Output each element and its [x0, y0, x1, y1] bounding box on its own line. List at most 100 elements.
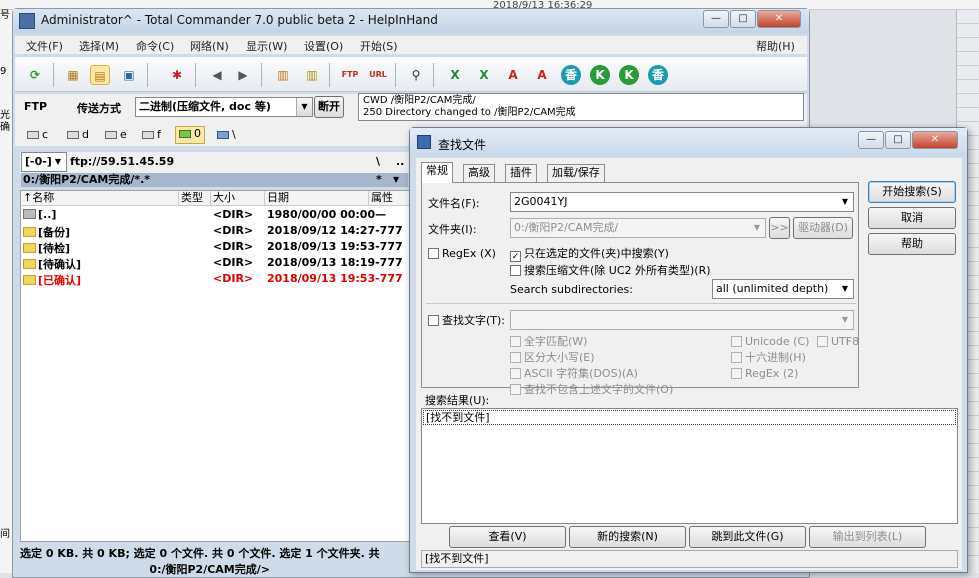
invert-selection-icon[interactable]: ✱ [167, 65, 187, 85]
k-green-icon-2[interactable]: K [619, 65, 639, 85]
hex-checkbox[interactable]: 十六进制(H) [731, 351, 806, 364]
start-search-button[interactable]: 开始搜索(S) [868, 181, 956, 203]
chevron-down-icon: ▼ [296, 98, 312, 116]
case-sensitive-checkbox[interactable]: 区分大小写(E) [510, 351, 595, 364]
status-bar: 选定 0 KB. 共 0 KB; 选定 0 个文件. 共 0 个文件. 选定 1… [20, 547, 380, 560]
column-attributes[interactable]: 属性 [369, 191, 411, 206]
url-connect-icon[interactable]: URL [368, 65, 388, 85]
dialog-minimize-button[interactable]: — [858, 131, 884, 149]
full-view-icon[interactable]: ▤ [90, 65, 110, 85]
menu-configuration[interactable]: 设置(O) [304, 38, 343, 54]
menu-show[interactable]: 显示(W) [246, 38, 287, 54]
file-row[interactable]: [待检] <DIR> 2018/09/13 19:53-777 [21, 239, 411, 255]
view-button[interactable]: 查看(V) [449, 526, 566, 548]
unpack-icon[interactable]: ▥ [302, 65, 322, 85]
file-row[interactable]: [..] <DIR> 1980/00/00 00:00— [21, 207, 411, 223]
transfer-mode-select[interactable]: 二进制(压缩文件, doc 等) ▼ [135, 97, 313, 117]
find-text-checkbox[interactable]: 查找文字(T): [428, 314, 505, 327]
disconnect-button[interactable]: 断开 [314, 96, 344, 118]
filename-input[interactable]: 2G0041YJ ▼ [510, 192, 854, 212]
drive-network[interactable]: \ [217, 128, 236, 141]
checkbox-label: 查找文字(T): [442, 314, 506, 327]
column-size[interactable]: 大小 [211, 191, 265, 206]
drive-c[interactable]: c [27, 128, 48, 141]
drive-letter: e [120, 128, 127, 141]
close-button[interactable]: ✕ [757, 10, 801, 28]
browse-button[interactable]: >> [769, 217, 790, 239]
menu-select[interactable]: 选择(M) [79, 38, 119, 54]
regex2-checkbox[interactable]: RegEx (2) [731, 367, 798, 380]
minimize-button[interactable]: — [703, 10, 729, 28]
dialog-title-bar: 查找文件 — □ ✕ [410, 128, 967, 156]
find-files-icon[interactable]: ⚲ [406, 65, 426, 85]
go-to-file-button[interactable]: 跳到此文件(G) [689, 526, 806, 548]
column-type[interactable]: 类型 [179, 191, 211, 206]
cancel-button[interactable]: 取消 [868, 207, 956, 229]
chevron-down-icon[interactable]: ▼ [393, 173, 399, 187]
root-button[interactable]: \ [376, 155, 380, 168]
file-row[interactable]: [已确认] <DIR> 2018/09/13 19:53-777 [21, 271, 411, 287]
back-icon[interactable]: ◀ [207, 65, 227, 85]
file-date: 2018/09/12 14:27-777 [267, 224, 403, 237]
refresh-icon[interactable]: ⟳ [25, 65, 45, 85]
file-row[interactable]: [备份] <DIR> 2018/09/12 14:27-777 [21, 223, 411, 239]
maximize-button[interactable]: □ [730, 10, 756, 28]
drive-f[interactable]: f [142, 128, 161, 141]
menu-file[interactable]: 文件(F) [26, 38, 63, 54]
file-size: <DIR> [213, 256, 254, 269]
menu-help[interactable]: 帮助(H) [756, 38, 795, 54]
excel-icon[interactable]: X [445, 65, 465, 85]
ascii-charset-checkbox[interactable]: ASCII 字符集(DOS)(A) [510, 367, 638, 380]
filter-button[interactable]: * [376, 173, 382, 187]
unicode-checkbox[interactable]: Unicode (C) [731, 335, 809, 348]
drive-e[interactable]: e [105, 128, 127, 141]
help-button[interactable]: 帮助 [868, 233, 956, 255]
forward-icon[interactable]: ▶ [233, 65, 253, 85]
pdf-icon-2[interactable]: A [532, 65, 552, 85]
brief-view-icon[interactable]: ▦ [63, 65, 83, 85]
pack-icon[interactable]: ▥ [273, 65, 293, 85]
excel-icon-2[interactable]: X [474, 65, 494, 85]
feed-to-listbox-button[interactable]: 输出到列表(L) [809, 526, 926, 548]
file-row[interactable]: [待确认] <DIR> 2018/09/13 18:19-777 [21, 255, 411, 271]
find-text-input[interactable]: ▼ [510, 310, 854, 330]
menu-start[interactable]: 开始(S) [360, 38, 398, 54]
dialog-close-button[interactable]: ✕ [912, 131, 958, 149]
dialog-maximize-button[interactable]: □ [885, 131, 911, 149]
tab-plugins[interactable]: 插件 [505, 164, 537, 182]
results-item[interactable]: [找不到文件] [423, 410, 956, 425]
ftp-connect-icon[interactable]: FTP [340, 65, 360, 85]
folder-input[interactable]: 0:/衡阳P2/CAM完成/ ▼ [510, 218, 766, 238]
drive-selector[interactable]: [-0-] ▼ [21, 152, 67, 172]
column-date[interactable]: 日期 [265, 191, 369, 206]
results-list[interactable]: [找不到文件] [421, 408, 958, 524]
tab-load-save[interactable]: 加载/保存 [547, 164, 605, 182]
ftp-label: FTP [24, 100, 48, 113]
drive-d[interactable]: d [67, 128, 89, 141]
app-circle-icon-2[interactable]: 香 [648, 65, 668, 85]
regex-checkbox[interactable]: RegEx (X) [428, 247, 496, 260]
pdf-icon[interactable]: A [503, 65, 523, 85]
only-selected-checkbox[interactable]: ✓ 只在选定的文件(夹)中搜索(Y) [510, 247, 669, 262]
utf8-checkbox[interactable]: UTF8 [817, 335, 859, 348]
transfer-mode-value: 二进制(压缩文件, doc 等) [139, 100, 271, 113]
column-name[interactable]: ↑名称 [21, 191, 179, 206]
not-containing-checkbox[interactable]: 查找不包含上述文字的文件(O) [510, 383, 673, 396]
app-circle-icon[interactable]: 香 [561, 65, 581, 85]
subdirectories-select[interactable]: all (unlimited depth) ▼ [712, 279, 854, 299]
tab-general[interactable]: 常规 [421, 162, 453, 183]
menu-commands[interactable]: 命令(C) [136, 38, 174, 54]
whole-words-checkbox[interactable]: 全字匹配(W) [510, 335, 587, 348]
drive-icon [105, 131, 117, 139]
ftp-log[interactable]: CWD /衡阳P2/CAM完成/ 250 Directory changed t… [358, 93, 804, 121]
search-archives-checkbox[interactable]: 搜索压缩文件(除 UC2 外所有类型)(R) [510, 264, 711, 277]
k-green-icon[interactable]: K [590, 65, 610, 85]
drive-ftp[interactable]: 0 [175, 126, 205, 144]
new-search-button[interactable]: 新的搜索(N) [569, 526, 686, 548]
menu-net[interactable]: 网络(N) [190, 38, 229, 54]
thumbnail-view-icon[interactable]: ▣ [119, 65, 139, 85]
drives-button[interactable]: 驱动器(D) [793, 217, 853, 239]
command-line-path[interactable]: 0:/衡阳P2/CAM完成/> [20, 561, 420, 577]
tab-advanced[interactable]: 高级 [463, 164, 495, 182]
up-button[interactable]: .. [396, 155, 404, 168]
